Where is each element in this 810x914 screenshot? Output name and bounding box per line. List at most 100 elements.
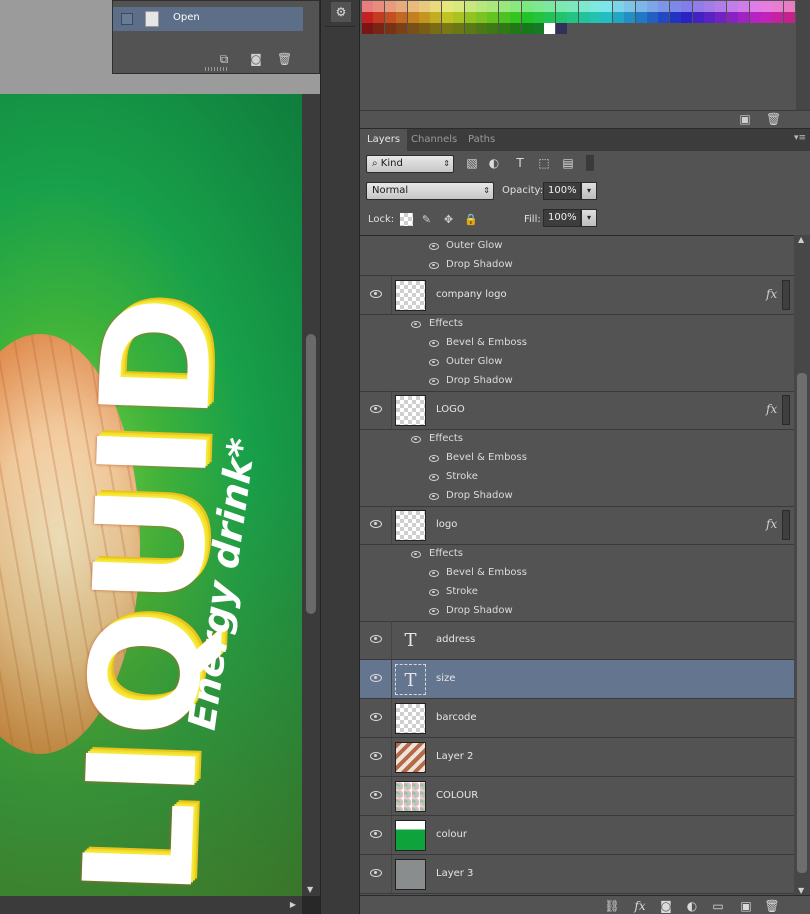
layer-visibility-eye-icon[interactable] [370, 752, 382, 760]
layer-LOGO[interactable]: LOGO fx [360, 391, 794, 430]
pixel-filter-icon[interactable]: ▧ [464, 155, 480, 171]
delete-layer-trash-icon[interactable]: 🗑 [764, 898, 780, 914]
color-swatch[interactable] [464, 1, 476, 12]
color-swatch[interactable] [419, 1, 430, 12]
color-swatch[interactable] [544, 23, 556, 34]
effect-visibility-eye-icon[interactable] [429, 474, 439, 481]
new-group-folder-icon[interactable]: ▭ [710, 898, 726, 914]
color-swatch[interactable] [476, 12, 487, 23]
effect-row[interactable]: Stroke [360, 583, 794, 602]
document-canvas-area[interactable]: LIQUID Energy drink* ▼ ▶ [0, 0, 320, 914]
color-swatch[interactable] [396, 12, 408, 23]
layer-name[interactable]: LOGO [436, 404, 465, 415]
layer-address[interactable]: T address [360, 621, 794, 660]
color-swatch[interactable] [407, 1, 419, 12]
color-swatch[interactable] [476, 1, 487, 12]
layer-logo[interactable]: logo fx [360, 506, 794, 545]
color-swatch[interactable] [430, 23, 442, 34]
color-swatch[interactable] [362, 1, 373, 12]
lock-transparent-pixels-icon[interactable] [400, 213, 413, 226]
color-swatch[interactable] [590, 12, 601, 23]
color-swatch[interactable] [715, 12, 727, 23]
effect-row[interactable]: Bevel & Emboss [360, 449, 794, 468]
color-swatch[interactable] [362, 23, 373, 34]
effects-group-row[interactable]: Effects [360, 545, 794, 564]
tab-channels[interactable]: Channels [404, 129, 464, 151]
color-swatch[interactable] [464, 23, 476, 34]
effect-visibility-eye-icon[interactable] [429, 608, 439, 615]
effects-expand-toggle[interactable] [782, 280, 790, 310]
color-swatch[interactable] [658, 12, 670, 23]
color-swatch[interactable] [373, 1, 385, 12]
color-swatch[interactable] [521, 23, 533, 34]
color-swatch[interactable] [669, 12, 681, 23]
color-swatch[interactable] [567, 12, 579, 23]
filter-toggle-icon[interactable] [586, 155, 594, 171]
tab-paths[interactable]: Paths [461, 129, 502, 151]
layer-layer-2[interactable]: Layer 2 [360, 738, 794, 777]
effect-visibility-eye-icon[interactable] [429, 378, 439, 385]
blend-mode-select[interactable]: Normal ⇕ [366, 182, 494, 200]
color-swatch[interactable] [396, 1, 408, 12]
add-layer-style-icon[interactable]: fx [632, 898, 648, 914]
color-swatch[interactable] [533, 23, 544, 34]
effect-row[interactable]: Stroke [360, 468, 794, 487]
scroll-down-arrow-icon[interactable]: ▼ [307, 885, 313, 894]
tab-layers[interactable]: Layers [360, 129, 408, 151]
effect-row[interactable]: Drop Shadow [360, 487, 794, 507]
color-swatch[interactable] [407, 12, 419, 23]
layer-visibility-eye-icon[interactable] [370, 674, 382, 682]
canvas-scroll-thumb[interactable] [306, 334, 316, 614]
swatches-scrollbar[interactable] [796, 0, 810, 110]
color-swatch[interactable] [681, 1, 693, 12]
opacity-field[interactable]: 100% [543, 182, 581, 200]
effects-expand-toggle[interactable] [782, 510, 790, 540]
color-swatch[interactable] [430, 12, 442, 23]
color-swatch[interactable] [407, 23, 419, 34]
color-swatch[interactable] [726, 1, 738, 12]
color-swatch[interactable] [555, 1, 567, 12]
color-swatch[interactable] [384, 12, 396, 23]
color-swatch[interactable] [487, 12, 499, 23]
smart-object-filter-icon[interactable]: ▤ [560, 155, 576, 171]
new-adjustment-layer-icon[interactable]: ◐ [684, 898, 700, 914]
layer-company-logo[interactable]: company logo fx [360, 276, 794, 315]
color-swatch[interactable] [681, 12, 693, 23]
effects-group-row[interactable]: Effects [360, 430, 794, 449]
new-layer-icon[interactable]: ▣ [738, 898, 754, 914]
color-swatch[interactable] [772, 1, 784, 12]
color-swatch[interactable] [510, 23, 522, 34]
color-swatch[interactable] [362, 12, 373, 23]
effect-row[interactable]: Bevel & Emboss [360, 564, 794, 583]
color-swatch[interactable] [373, 23, 385, 34]
effect-visibility-eye-icon[interactable] [429, 455, 439, 462]
color-swatch[interactable] [647, 1, 658, 12]
layer-visibility-eye-icon[interactable] [370, 791, 382, 799]
adjustment-filter-icon[interactable]: ◐ [486, 155, 502, 171]
fx-icon[interactable]: fx [766, 402, 777, 416]
effect-visibility-eye-icon[interactable] [429, 243, 439, 250]
color-swatch[interactable] [601, 1, 613, 12]
new-swatch-icon[interactable]: ▣ [738, 112, 752, 126]
effect-outer-glow-row[interactable]: Outer Glow [360, 237, 794, 256]
color-swatch[interactable] [772, 12, 784, 23]
history-item-open[interactable]: Open [113, 7, 303, 31]
color-swatch[interactable] [441, 1, 453, 12]
layer-visibility-eye-icon[interactable] [370, 405, 382, 413]
color-swatch[interactable] [738, 1, 750, 12]
layer-visibility-eye-icon[interactable] [370, 520, 382, 528]
layer-name[interactable]: Layer 2 [436, 751, 473, 762]
panel-resize-grip[interactable] [205, 67, 229, 71]
layer-size[interactable]: T size [360, 660, 794, 699]
canvas-horizontal-scrollbar[interactable]: ▶ [0, 896, 302, 914]
layer-name[interactable]: size [436, 673, 455, 684]
color-swatch[interactable] [498, 12, 510, 23]
dock-panel-icon[interactable]: ⚙ [331, 2, 351, 22]
color-swatch[interactable] [624, 12, 636, 23]
effect-visibility-eye-icon[interactable] [429, 493, 439, 500]
effect-visibility-eye-icon[interactable] [429, 589, 439, 596]
color-swatch[interactable] [510, 12, 522, 23]
lock-image-pixels-icon[interactable]: ✎ [420, 213, 433, 226]
effect-row[interactable]: Drop Shadow [360, 372, 794, 392]
color-swatch[interactable] [521, 12, 533, 23]
